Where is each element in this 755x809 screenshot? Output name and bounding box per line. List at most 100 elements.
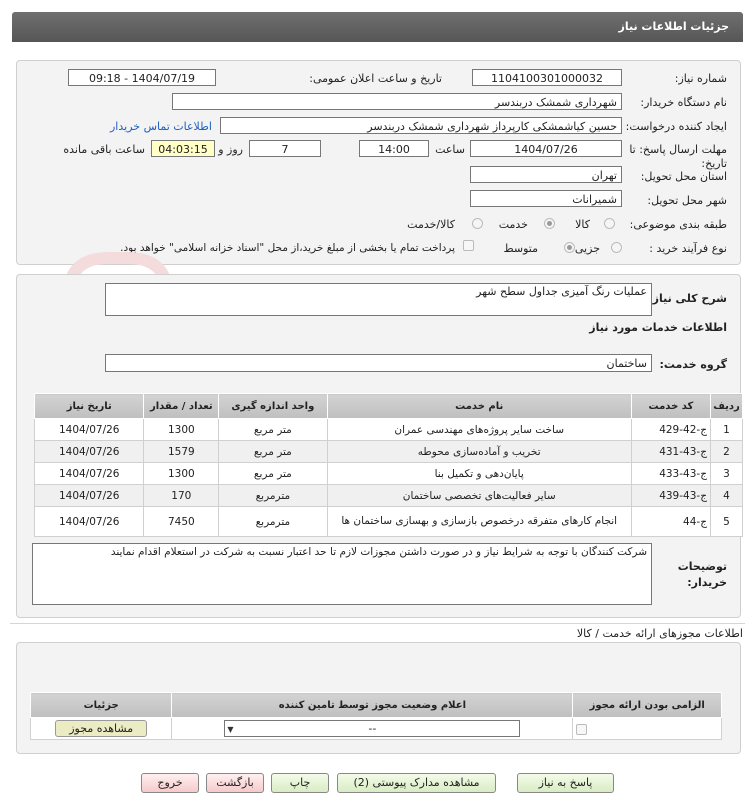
page-title: جزئیات اطلاعات نیاز [618,20,730,33]
page-header: جزئیات اطلاعات نیاز [12,12,743,42]
col-unit: واحد اندازه گیری [218,393,328,419]
service-group-field: ساختمان [105,354,652,372]
process-radio-medium[interactable] [564,242,575,253]
cell-date: 1404/07/26 [33,462,145,485]
col-date: تاریخ نیاز [33,393,145,419]
process-option-medium-label: متوسط [503,242,538,255]
cell-unit: متر مربع [218,440,328,463]
cell-code: ج-43-439 [630,484,711,507]
deadline-label-date: تاریخ: [701,157,727,170]
cell-code: ج-43-433 [630,462,711,485]
cell-unit: مترمربع [218,484,328,507]
city-field: شمیرانات [470,190,622,207]
summary-textarea[interactable]: عملیات رنگ آمیزی جداول سطح شهر [105,283,652,316]
category-radio-service[interactable] [544,218,555,229]
permits-table: الزامی بودن ارائه مجوز اعلام وضعیت مجوز … [29,692,722,740]
buyer-notes-label: توضیحات [677,560,727,573]
requester-label: ایجاد کننده درخواست: [625,120,727,133]
cell-qty: 1300 [143,418,220,441]
cell-qty: 7450 [143,506,220,537]
cell-code: ج-42-429 [630,418,711,441]
col-row: ردیف [709,393,744,419]
cell-row: 1 [709,418,744,441]
view-permit-button[interactable]: مشاهده مجوز [55,720,148,737]
cell-row: 2 [709,440,744,463]
exit-button[interactable]: خروج [141,773,199,793]
category-radio-goods[interactable] [604,218,615,229]
deadline-time-field: 14:00 [359,140,429,157]
category-label: طبقه بندی موضوعی: [629,218,727,231]
permits-title: اطلاعات مجوزهای ارائه خدمت / کالا [576,627,743,640]
buyer-contact-link[interactable]: اطلاعات تماس خریدار [110,120,212,133]
col-code: کد خدمت [630,393,711,419]
cell-row: 3 [709,462,744,485]
permits-separator [10,623,745,624]
cell-date: 1404/07/26 [33,506,145,537]
cell-qty: 1300 [143,462,220,485]
cell-code: ج-44 [630,506,711,537]
city-label: شهر محل تحویل: [647,194,727,207]
cell-row: 4 [709,484,744,507]
deadline-label: مهلت ارسال پاسخ: تا [629,143,727,156]
cell-row: 5 [709,506,744,537]
need-info-panel [16,60,741,265]
cell-name: پایان‌دهی و تکمیل بنا [326,462,632,485]
remaining-label: ساعت باقی مانده [63,143,145,156]
process-option-minor-label: جزیی [574,242,600,255]
deadline-date-field: 1404/07/26 [470,140,622,157]
days-field: 7 [249,140,321,157]
cell-name: انجام کارهای متفرقه درخصوص بازسازی و بهس… [326,506,632,537]
treasury-payment-checkbox[interactable] [463,240,474,251]
cell-permit-status: -- ▼ [171,717,574,740]
province-label: استان محل تحویل: [640,170,727,183]
col-permit-details: جزئیات [29,692,173,718]
table-row: 2 ج-43-431 تخریب و آماده‌سازی محوطه متر … [33,440,744,463]
table-row: 3 ج-43-433 پایان‌دهی و تکمیل بنا متر مرب… [33,462,744,485]
back-button[interactable]: بازگشت [206,773,264,793]
remaining-time-field: 04:03:15 [151,140,215,157]
cell-qty: 170 [143,484,220,507]
announce-field: 1404/07/19 - 09:18 [68,69,216,86]
cell-name: سایر فعالیت‌های تخصصی ساختمان [326,484,632,507]
table-row: -- ▼ مشاهده مجوز [29,717,722,740]
services-table: ردیف کد خدمت نام خدمت واحد اندازه گیری ت… [33,393,744,537]
print-button[interactable]: چاپ [271,773,329,793]
process-radio-minor[interactable] [611,242,622,253]
view-attachments-button[interactable]: مشاهده مدارک پیوستی (2) [337,773,496,793]
table-row: 4 ج-43-439 سایر فعالیت‌های تخصصی ساختمان… [33,484,744,507]
province-field: تهران [470,166,622,183]
cell-date: 1404/07/26 [33,440,145,463]
table-row: 5 ج-44 انجام کارهای متفرقه درخصوص بازساز… [33,506,744,537]
cell-name: تخریب و آماده‌سازی محوطه [326,440,632,463]
col-name: نام خدمت [326,393,632,419]
requester-field: حسین کیاشمشکی کارپرداز شهرداری شمشک دربن… [220,117,622,134]
cell-permit-required [572,717,722,740]
category-option-goods-label: کالا [575,218,590,231]
buyer-notes-label-2: خریدار: [687,576,727,589]
deadline-time-label: ساعت [435,143,465,156]
category-radio-both[interactable] [472,218,483,229]
cell-permit-details: مشاهده مجوز [29,717,173,740]
cell-unit: مترمربع [218,506,328,537]
permit-status-select[interactable]: -- ▼ [224,720,521,737]
table-row: 1 ج-42-429 ساخت سایر پروژه‌های مهندسی عم… [33,418,744,441]
need-number-label: شماره نیاز: [674,72,727,85]
col-qty: تعداد / مقدار [143,393,220,419]
cell-name: ساخت سایر پروژه‌های مهندسی عمران [326,418,632,441]
buyer-org-field: شهرداری شمشک دربندسر [172,93,622,110]
need-number-field: 1104100301000032 [472,69,622,86]
col-permit-required: الزامی بودن ارائه مجوز [572,692,722,718]
cell-date: 1404/07/26 [33,484,145,507]
category-option-service-label: خدمت [498,218,528,231]
summary-label: شرح کلی نیاز: [648,292,727,305]
cell-unit: متر مربع [218,418,328,441]
buyer-notes-textarea[interactable]: شرکت کنندگان با توجه به شرایط نیاز و در … [32,543,652,605]
permit-required-checkbox[interactable] [576,723,588,735]
payment-note: پرداخت تمام یا بخشی از مبلغ خرید،از محل … [120,242,455,254]
category-option-both-label: کالا/خدمت [407,218,455,231]
permit-status-value: -- [368,722,377,735]
cell-qty: 1579 [143,440,220,463]
col-permit-status: اعلام وضعیت مجوز توسط تامین کننده [171,692,574,718]
process-label: نوع فرآیند خرید : [649,242,727,255]
reply-to-need-button[interactable]: پاسخ به نیاز [517,773,614,793]
